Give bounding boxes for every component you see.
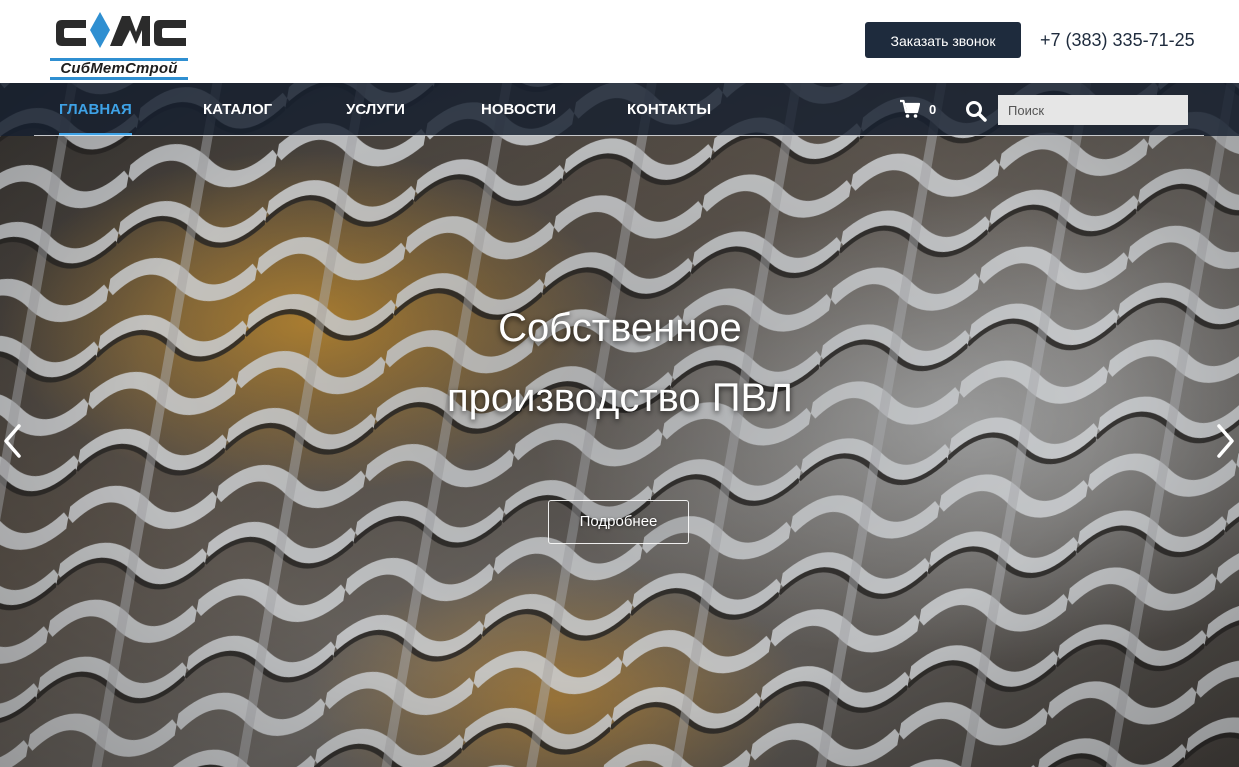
- more-details-button[interactable]: Подробнее: [548, 500, 689, 544]
- chevron-right-icon: [1217, 424, 1234, 458]
- search-input[interactable]: [998, 95, 1188, 125]
- nav-item-services[interactable]: Услуги: [346, 83, 405, 136]
- nav-item-home[interactable]: Главная: [59, 83, 132, 136]
- search-icon: [966, 101, 987, 122]
- next-slide-button[interactable]: [1214, 421, 1238, 461]
- logo-mark-icon: [56, 12, 186, 48]
- cart-icon: [900, 99, 920, 118]
- cart-count: 0: [929, 102, 937, 117]
- logo-text: СибМетСтрой: [50, 58, 188, 80]
- nav-item-contacts[interactable]: Контакты: [627, 83, 711, 136]
- hero-slider: Главная Каталог Услуги Новости Контакты …: [0, 83, 1239, 767]
- request-callback-button[interactable]: Заказать звонок: [865, 22, 1021, 58]
- main-nav: Главная Каталог Услуги Новости Контакты …: [0, 83, 1239, 136]
- phone-number[interactable]: +7 (383) 335-71-25: [1040, 28, 1200, 52]
- chevron-left-icon: [4, 424, 21, 458]
- search-button[interactable]: [965, 100, 987, 122]
- site-header: СибМетСтрой Заказать звонок +7 (383) 335…: [0, 0, 1239, 83]
- prev-slide-button[interactable]: [0, 421, 24, 461]
- nav-divider: [34, 135, 1204, 136]
- nav-item-news[interactable]: Новости: [481, 83, 556, 136]
- cart-button[interactable]: 0: [900, 99, 940, 121]
- slide-title-line-1: Собственное: [498, 306, 742, 350]
- logo[interactable]: СибМетСтрой: [50, 6, 190, 80]
- slide-title-line-2: производство ПВЛ: [446, 376, 794, 420]
- slide-title: Собственное производство ПВЛ: [340, 293, 900, 433]
- nav-item-catalog[interactable]: Каталог: [203, 83, 272, 136]
